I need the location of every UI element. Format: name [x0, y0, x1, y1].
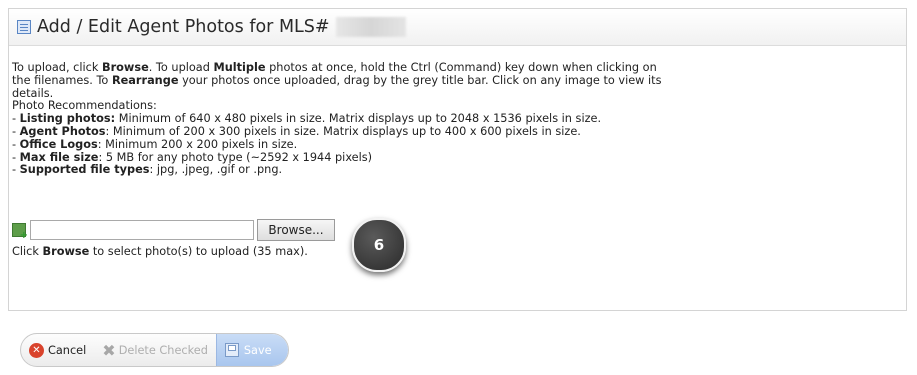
instructions-paragraph: To upload, click Browse. To upload Multi… [12, 61, 662, 100]
panel-header: Add / Edit Agent Photos for MLS# [9, 9, 906, 46]
rec-supported-types: - Supported file types: jpg, .jpeg, .gif… [12, 163, 283, 177]
save-button[interactable]: Save [215, 334, 288, 366]
save-disk-icon [224, 343, 239, 357]
page-title: Add / Edit Agent Photos for MLS# [37, 17, 330, 37]
cancel-icon: ✕ [29, 342, 44, 358]
document-icon [17, 20, 31, 34]
delete-x-icon: ✖ [102, 340, 116, 360]
browse-hint: Click Browse to select photo(s) to uploa… [12, 245, 308, 258]
step-callout-badge: 6 [344, 214, 406, 272]
browse-button[interactable]: Browse... [257, 219, 335, 241]
delete-checked-button[interactable]: ✖ Delete Checked [94, 334, 216, 366]
mls-number-redacted [335, 17, 406, 37]
file-path-input[interactable] [30, 220, 254, 240]
upload-row: Browse... [12, 219, 335, 241]
action-toolbar: ✕ Cancel ✖ Delete Checked Save [20, 333, 289, 367]
add-photo-icon [12, 223, 28, 241]
cancel-button[interactable]: ✕ Cancel [21, 334, 94, 366]
upload-instructions: To upload, click Browse. To upload Multi… [12, 61, 672, 177]
